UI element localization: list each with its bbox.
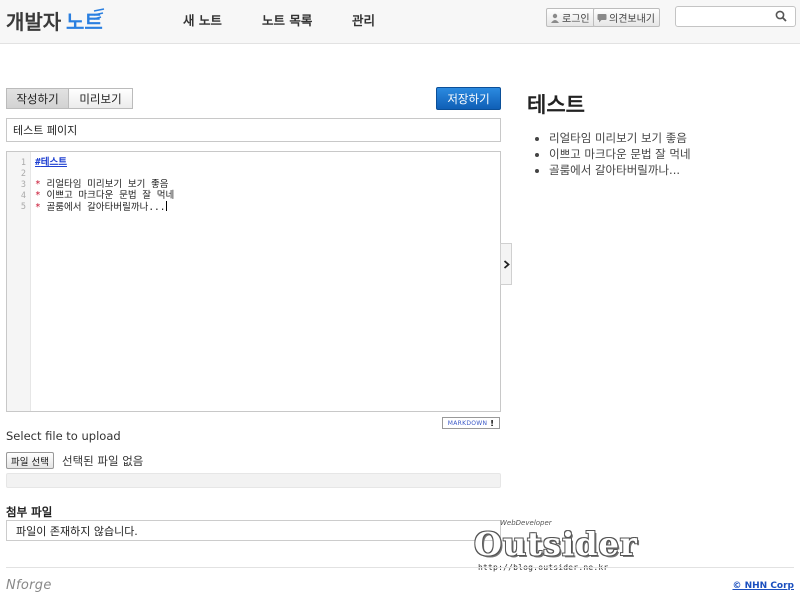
search-box xyxy=(675,6,796,28)
nforge-logo: Nforge xyxy=(6,578,52,593)
preview-list-item: 이쁘고 마크다운 문법 잘 먹네 xyxy=(549,146,691,162)
attachments-empty: 파일이 존재하지 않습니다. xyxy=(16,524,138,538)
code-line: * 리얼타임 미리보기 보기 좋음 xyxy=(35,179,169,190)
markdown-editor[interactable]: 1 2 3 4 5 #테스트 * 리얼타임 미리보기 보기 좋음 * 이쁘고 마… xyxy=(6,151,501,412)
login-label: 로그인 xyxy=(562,14,590,25)
user-icon xyxy=(551,13,559,23)
tab-preview[interactable]: 미리보기 xyxy=(69,88,133,109)
feedback-label: 의견보내기 xyxy=(609,14,655,25)
copyright-link[interactable]: © NHN Corp xyxy=(732,581,794,591)
title-input[interactable] xyxy=(6,118,501,142)
choose-file-button[interactable]: 파일 선택 xyxy=(6,452,54,469)
nav-new-note[interactable]: 새 노트 xyxy=(183,10,222,29)
login-button[interactable]: 로그인 xyxy=(546,8,595,27)
attachments-title: 첨부 파일 xyxy=(6,505,53,519)
watermark: WebDeveloper Outsider http://blog.outsid… xyxy=(472,519,637,574)
markdown-badge[interactable]: MARKDOWN ! xyxy=(442,417,500,429)
speech-bubble-icon xyxy=(597,13,607,22)
line-number: 5 xyxy=(20,202,26,212)
no-file-label: 선택된 파일 없음 xyxy=(62,454,144,468)
search-input[interactable] xyxy=(680,9,772,28)
line-number: 4 xyxy=(20,191,26,201)
code-text: 골룸에서 갈아타버릴까나... xyxy=(46,202,166,213)
search-icon[interactable] xyxy=(775,10,787,22)
code-text: 리얼타임 미리보기 보기 좋음 xyxy=(46,179,169,190)
footer-divider xyxy=(6,567,794,568)
chevron-right-icon xyxy=(503,259,510,269)
exclamation-icon: ! xyxy=(490,418,495,428)
line-number: 3 xyxy=(20,180,26,190)
watermark-logo: Outsider xyxy=(474,525,638,563)
upload-progress-bar xyxy=(6,473,501,488)
top-header: 개발자 노트 새 노트 노트 목록 관리 로그인 의견보내기 xyxy=(0,0,800,44)
preview-list: 리얼타임 미리보기 보기 좋음 이쁘고 마크다운 문법 잘 먹네 골룸에서 갈아… xyxy=(549,130,691,178)
preview-list-item: 골룸에서 갈아타버릴까나... xyxy=(549,162,691,178)
site-logo[interactable]: 개발자 노트 xyxy=(6,3,106,37)
heading-text: 테스트 xyxy=(40,157,67,168)
tab-write[interactable]: 작성하기 xyxy=(6,88,69,109)
feedback-button[interactable]: 의견보내기 xyxy=(593,8,660,27)
nav-note-list[interactable]: 노트 목록 xyxy=(262,10,312,29)
markdown-badge-label: MARKDOWN xyxy=(447,419,488,427)
attachments-list: 파일이 존재하지 않습니다. xyxy=(6,520,501,541)
svg-text:개발자: 개발자 xyxy=(6,10,62,34)
collapse-preview-button[interactable] xyxy=(500,243,512,285)
code-line: #테스트 xyxy=(35,157,67,168)
preview-list-item: 리얼타임 미리보기 보기 좋음 xyxy=(549,130,691,146)
code-line: * 골룸에서 갈아타버릴까나... xyxy=(35,201,167,213)
code-text: 이쁘고 마크다운 문법 잘 먹네 xyxy=(46,190,175,201)
code-line: * 이쁘고 마크다운 문법 잘 먹네 xyxy=(35,190,175,201)
line-number-gutter: 1 2 3 4 5 xyxy=(7,152,31,411)
preview-heading: 테스트 xyxy=(527,93,585,117)
line-number: 2 xyxy=(20,169,26,179)
save-button[interactable]: 저장하기 xyxy=(436,87,501,110)
line-number: 1 xyxy=(20,158,26,168)
text-cursor xyxy=(165,201,167,211)
upload-label: Select file to upload xyxy=(6,429,121,443)
nav-admin[interactable]: 관리 xyxy=(352,10,375,29)
editor-tabs: 작성하기 미리보기 xyxy=(6,88,133,109)
